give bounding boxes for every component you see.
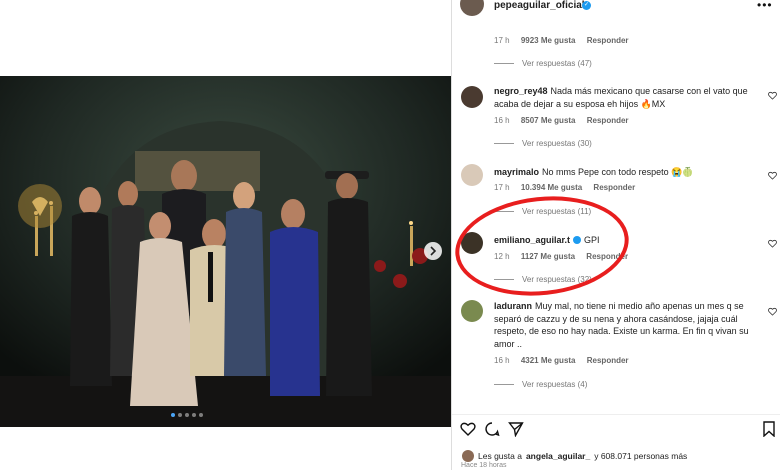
view-replies-label: Ver respuestas (30): [522, 139, 592, 148]
replies-divider: [494, 279, 514, 280]
view-replies-label: Ver respuestas (4): [522, 380, 588, 389]
comment-time: 12 h: [494, 252, 510, 261]
verified-badge-icon: [573, 236, 582, 244]
comment-likes[interactable]: 9923 Me gusta: [521, 36, 576, 45]
post-timestamp: Hace 18 horas: [461, 462, 507, 469]
replies-divider: [494, 211, 514, 212]
carousel-indicator: [171, 413, 203, 417]
post-media-pane: [0, 0, 451, 470]
comment-body: No mms Pepe con todo respeto 😭🍈: [542, 167, 694, 177]
reply-button[interactable]: Responder: [587, 36, 629, 45]
verified-badge-icon: ✓: [582, 1, 591, 10]
view-replies[interactable]: Ver respuestas (30): [494, 139, 592, 148]
comment-text: mayrimalo No mms Pepe con todo respeto 😭🍈: [494, 166, 756, 179]
comment-meta: 17 h 10.394 Me gusta Responder: [494, 183, 644, 192]
replies-divider: [494, 143, 514, 144]
commenter-avatar[interactable]: [461, 232, 483, 254]
view-replies-label: Ver respuestas (32): [522, 275, 592, 284]
commenter-username[interactable]: mayrimalo: [494, 167, 539, 177]
carousel-dot: [199, 413, 203, 417]
next-image-button[interactable]: [424, 242, 442, 260]
post-photo[interactable]: [0, 76, 451, 427]
more-horizontal-icon[interactable]: •••: [757, 0, 773, 12]
comment-meta: 16 h 8507 Me gusta Responder: [494, 116, 638, 125]
reply-button[interactable]: Responder: [587, 116, 629, 125]
like-heart-icon[interactable]: [768, 307, 777, 316]
liker-username[interactable]: angela_aguilar_: [526, 451, 590, 461]
like-heart-icon[interactable]: [768, 91, 777, 100]
comment-time: 17 h: [494, 183, 510, 192]
author-username[interactable]: pepeaguilar_oficial: [494, 0, 585, 11]
carousel-dot: [192, 413, 196, 417]
comments-pane: pepeaguilar_oficial ✓ ••• 17 h 9923 Me g…: [451, 0, 780, 470]
view-replies-label: Ver respuestas (11): [522, 207, 592, 216]
comment-body: Muy mal, no tiene ni medio año apenas un…: [494, 301, 749, 349]
comment-likes[interactable]: 10.394 Me gusta: [521, 183, 582, 192]
heart-icon[interactable]: [460, 421, 476, 437]
chevron-right-icon: [430, 246, 437, 256]
reply-button[interactable]: Responder: [586, 252, 628, 261]
replies-divider: [494, 384, 514, 385]
reply-button[interactable]: Responder: [587, 356, 629, 365]
comment-text: ladurann Muy mal, no tiene ni medio año a…: [494, 300, 756, 350]
comment-body: GPI: [584, 235, 600, 245]
view-replies[interactable]: Ver respuestas (47): [494, 59, 592, 68]
comment-time: 16 h: [494, 116, 510, 125]
likes-summary: Les gusta a angela_aguilar_ y 608.071 pe…: [462, 450, 687, 462]
wedding-photo-image: [0, 76, 451, 427]
bookmark-icon[interactable]: [762, 421, 776, 437]
comment-meta: 17 h 9923 Me gusta Responder: [494, 36, 638, 45]
likes-suffix[interactable]: y 608.071 personas más: [594, 451, 687, 461]
comment-time: 16 h: [494, 356, 510, 365]
replies-divider: [494, 63, 514, 64]
comment-icon[interactable]: [484, 421, 500, 437]
post-header: pepeaguilar_oficial ✓ •••: [452, 0, 780, 18]
liker-avatar: [462, 450, 474, 462]
post-actions: [460, 421, 524, 437]
commenter-avatar[interactable]: [461, 300, 483, 322]
comment-meta: 16 h 4321 Me gusta Responder: [494, 356, 638, 365]
comment-text: emiliano_aguilar.t GPI: [494, 234, 756, 247]
view-replies-label: Ver respuestas (47): [522, 59, 592, 68]
author-avatar[interactable]: [460, 0, 484, 16]
share-icon[interactable]: [508, 421, 524, 437]
carousel-dot: [171, 413, 175, 417]
comment-meta: 12 h 1127 Me gusta Responder: [494, 252, 637, 261]
likes-prefix: Les gusta a: [478, 451, 522, 461]
view-replies[interactable]: Ver respuestas (32): [494, 275, 592, 284]
comment-time: 17 h: [494, 36, 510, 45]
like-heart-icon[interactable]: [768, 171, 777, 180]
view-replies[interactable]: Ver respuestas (4): [494, 380, 587, 389]
reply-button[interactable]: Responder: [593, 183, 635, 192]
commenter-avatar[interactable]: [461, 86, 483, 108]
carousel-dot: [185, 413, 189, 417]
comment-likes[interactable]: 1127 Me gusta: [521, 252, 575, 261]
commenter-avatar[interactable]: [461, 164, 483, 186]
comment-likes[interactable]: 8507 Me gusta: [521, 116, 576, 125]
like-heart-icon[interactable]: [768, 239, 777, 248]
commenter-username[interactable]: ladurann: [494, 301, 532, 311]
commenter-username[interactable]: negro_rey48: [494, 86, 548, 96]
carousel-dot: [178, 413, 182, 417]
commenter-username[interactable]: emiliano_aguilar.t: [494, 235, 570, 245]
view-replies[interactable]: Ver respuestas (11): [494, 207, 591, 216]
comment-text: negro_rey48 Nada más mexicano que casarse…: [494, 85, 756, 110]
comment-likes[interactable]: 4321 Me gusta: [521, 356, 576, 365]
